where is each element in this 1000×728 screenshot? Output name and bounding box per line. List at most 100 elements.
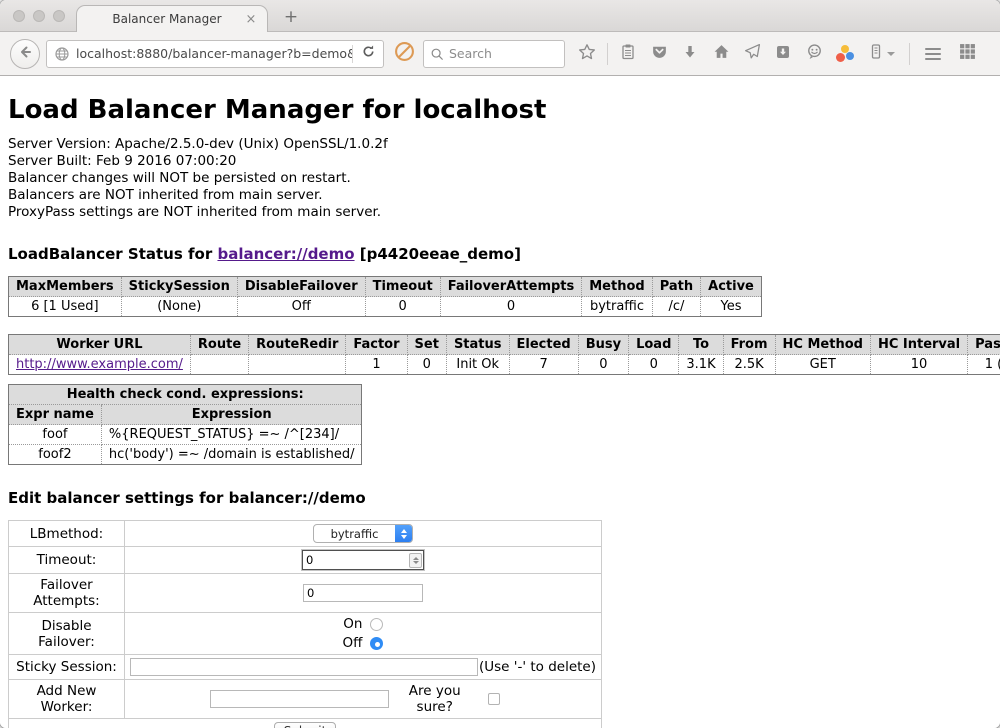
column-header: Route bbox=[190, 335, 248, 355]
blocked-circle-icon bbox=[394, 41, 415, 66]
radio-on[interactable] bbox=[370, 618, 383, 631]
hamburger-icon bbox=[925, 48, 941, 60]
disablefailover-cell: Off bbox=[237, 297, 365, 317]
page-title: Load Balancer Manager for localhost bbox=[8, 95, 992, 125]
column-header: FailoverAttempts bbox=[440, 277, 582, 297]
star-icon bbox=[578, 43, 596, 65]
column-header: Factor bbox=[346, 335, 407, 355]
route-cell bbox=[190, 355, 248, 375]
sticky-session-input[interactable] bbox=[130, 658, 478, 676]
to-cell: 3.1K bbox=[679, 355, 723, 375]
apps-grid-button[interactable] bbox=[956, 41, 978, 67]
column-header: Load bbox=[629, 335, 679, 355]
form-row-sticky: Sticky Session: (Use '-' to delete) bbox=[9, 655, 602, 680]
add-worker-input[interactable] bbox=[210, 690, 389, 708]
notice-balancers: Balancers are NOT inherited from main se… bbox=[8, 187, 992, 204]
lbmethod-selected-value: bytraffic bbox=[314, 527, 395, 541]
status-heading: LoadBalancer Status for balancer://demo … bbox=[8, 245, 992, 263]
column-header: Worker URL bbox=[9, 335, 191, 355]
home-button[interactable] bbox=[710, 41, 732, 67]
column-header: To bbox=[679, 335, 723, 355]
elected-cell: 7 bbox=[509, 355, 578, 375]
submit-button[interactable]: Submit bbox=[274, 722, 337, 728]
menu-button[interactable] bbox=[922, 41, 944, 67]
expr-name-cell: foof bbox=[9, 425, 102, 445]
select-stepper-icon bbox=[395, 524, 412, 543]
column-header: Expr name bbox=[9, 405, 102, 425]
timeout-input[interactable] bbox=[303, 553, 409, 567]
timeout-cell: 0 bbox=[365, 297, 440, 317]
lbmethod-select[interactable]: bytraffic bbox=[313, 524, 413, 543]
save-page-button[interactable] bbox=[772, 41, 794, 67]
dropdown-caret-icon bbox=[887, 52, 895, 56]
confirm-checkbox[interactable] bbox=[488, 693, 500, 705]
feedback-button[interactable] bbox=[803, 41, 825, 67]
reload-button[interactable] bbox=[353, 41, 383, 67]
form-row-lbmethod: LBmethod: bytraffic bbox=[9, 521, 602, 547]
factor-cell: 1 bbox=[346, 355, 407, 375]
tab-close-icon[interactable]: × bbox=[243, 12, 259, 27]
back-arrow-icon bbox=[17, 44, 33, 64]
clipboard-button[interactable] bbox=[617, 41, 639, 67]
search-input[interactable] bbox=[449, 46, 558, 61]
notice-persist: Balancer changes will NOT be persisted o… bbox=[8, 170, 992, 187]
status-heading-suffix: [p4420eeae_demo] bbox=[360, 245, 521, 263]
worker-row: http://www.example.com/ 1 0 Init Ok 7 0 … bbox=[9, 355, 1000, 375]
server-version: Server Version: Apache/2.5.0-dev (Unix) … bbox=[8, 136, 992, 153]
tab-balancer-manager[interactable]: Balancer Manager × bbox=[76, 5, 268, 32]
color-palette-button[interactable] bbox=[834, 41, 856, 67]
column-header: Elected bbox=[509, 335, 578, 355]
back-button[interactable] bbox=[10, 39, 40, 69]
close-window-button[interactable] bbox=[13, 10, 25, 22]
worker-table: Worker URL Route RouteRedir Factor Set S… bbox=[8, 334, 1000, 375]
bookmark-star-button[interactable] bbox=[576, 41, 598, 67]
sticky-cell: (Use '-' to delete) bbox=[125, 655, 602, 680]
tab-bar: Balancer Manager × + bbox=[0, 0, 1000, 32]
column-header: HC Method bbox=[775, 335, 870, 355]
expression-cell: %{REQUEST_STATUS} =~ /^[234]/ bbox=[101, 425, 362, 445]
set-cell: 0 bbox=[407, 355, 446, 375]
number-spinner-icon[interactable] bbox=[409, 553, 422, 568]
failover-cell bbox=[125, 574, 602, 613]
maxmembers-cell: 6 [1 Used] bbox=[9, 297, 122, 317]
zoom-window-button[interactable] bbox=[53, 10, 65, 22]
hc-interval-cell: 10 bbox=[870, 355, 967, 375]
new-tab-button[interactable]: + bbox=[280, 7, 302, 27]
timeout-input-wrap bbox=[302, 550, 424, 570]
download-arrow-icon bbox=[682, 44, 698, 64]
form-row-add-worker: Add New Worker: Are you sure? bbox=[9, 680, 602, 719]
pocket-button[interactable] bbox=[648, 41, 670, 67]
apps-grid-icon bbox=[959, 43, 976, 64]
column-header: HC Interval bbox=[870, 335, 967, 355]
add-worker-label: Add New Worker: bbox=[9, 680, 125, 719]
balancer-link[interactable]: balancer://demo bbox=[217, 245, 354, 263]
column-header: From bbox=[723, 335, 775, 355]
reload-icon bbox=[361, 44, 376, 63]
minimize-window-button[interactable] bbox=[33, 10, 45, 22]
paper-plane-icon bbox=[744, 43, 761, 64]
home-icon bbox=[713, 43, 730, 64]
palette-dots-icon bbox=[836, 45, 854, 63]
disable-failover-cell: On Off bbox=[125, 613, 602, 655]
globe-icon[interactable] bbox=[54, 46, 70, 62]
busy-cell: 0 bbox=[578, 355, 628, 375]
failover-attempts-input[interactable] bbox=[303, 584, 423, 602]
table-title-row: Health check cond. expressions: bbox=[9, 385, 362, 405]
radio-off[interactable] bbox=[370, 637, 383, 650]
worker-url-link[interactable]: http://www.example.com/ bbox=[16, 357, 183, 372]
server-built: Server Built: Feb 9 2016 07:00:20 bbox=[8, 153, 992, 170]
tab-title: Balancer Manager bbox=[77, 12, 243, 26]
form-row-submit: Submit bbox=[9, 719, 602, 728]
edit-balancer-form: LBmethod: bytraffic Timeout: bbox=[8, 520, 602, 728]
edit-settings-heading: Edit balancer settings for balancer://de… bbox=[8, 489, 992, 507]
clipboard-icon bbox=[620, 43, 636, 64]
notes-button[interactable] bbox=[865, 41, 897, 67]
path-cell: /c/ bbox=[652, 297, 700, 317]
content-blocked-button[interactable] bbox=[394, 41, 415, 66]
pocket-icon bbox=[651, 43, 668, 64]
url-input[interactable] bbox=[76, 41, 352, 67]
send-button[interactable] bbox=[741, 41, 763, 67]
method-cell: bytraffic bbox=[582, 297, 652, 317]
downloads-button[interactable] bbox=[679, 41, 701, 67]
column-header: Timeout bbox=[365, 277, 440, 297]
